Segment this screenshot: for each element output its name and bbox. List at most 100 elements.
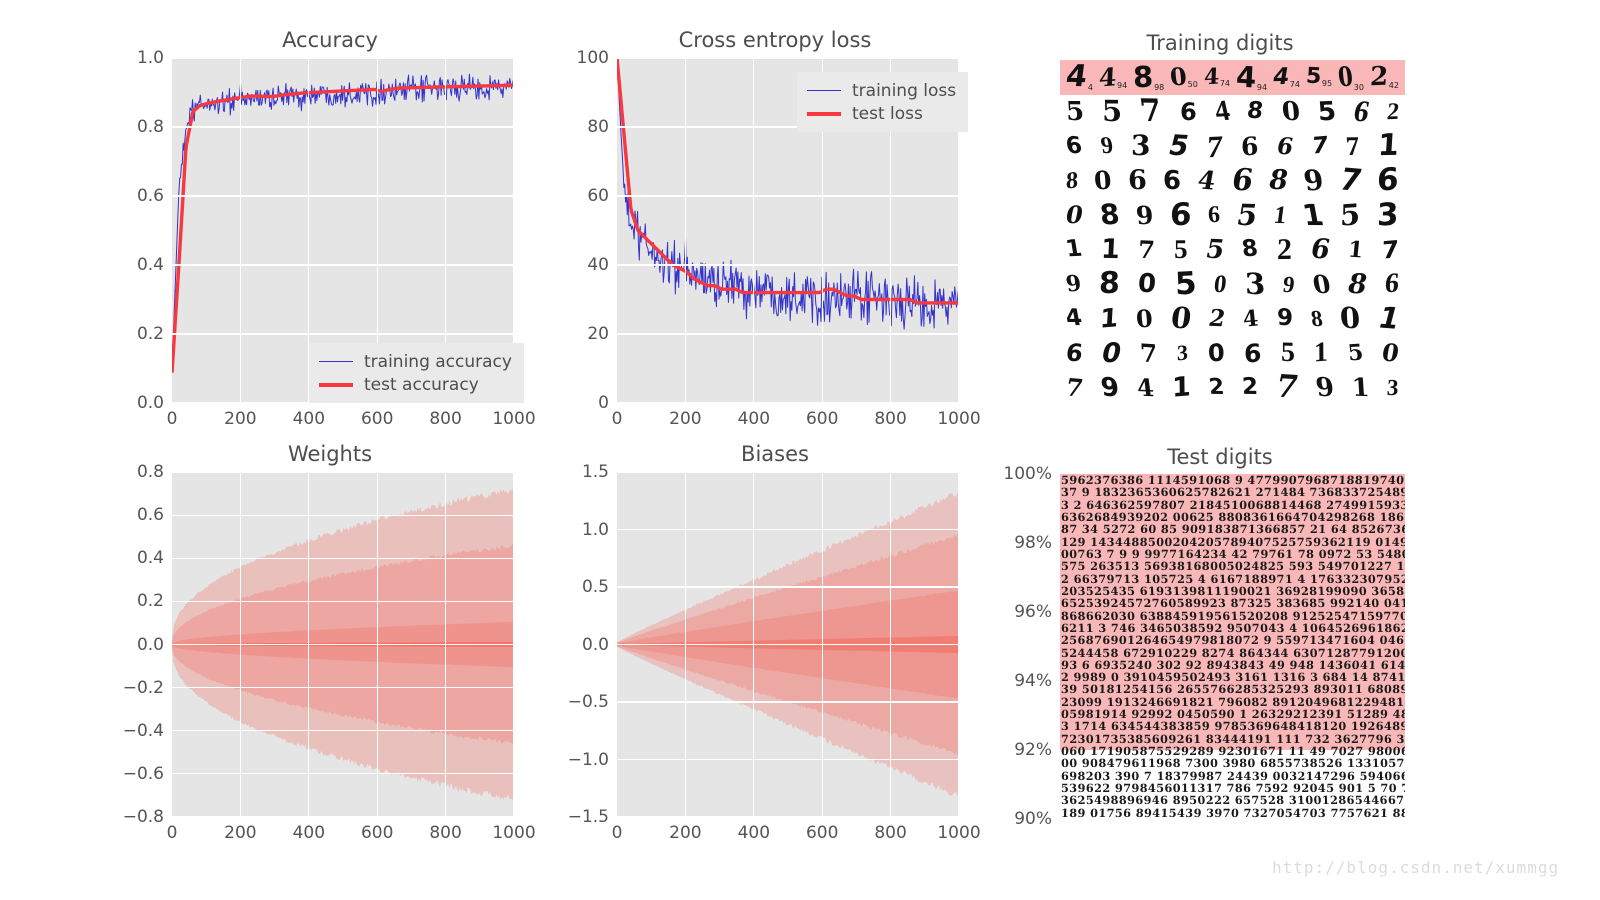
- training-digit-glyph: 1: [1300, 197, 1327, 232]
- x-tick-label: 600: [805, 409, 839, 429]
- training-digit-row: 6073065150: [1060, 336, 1405, 371]
- x-tick-label: 1000: [937, 823, 981, 843]
- training-digit-cell: 8 98: [1132, 60, 1165, 94]
- training-digit-cell: 6: [1243, 338, 1261, 368]
- training-digit-glyph: 5: [1345, 339, 1365, 367]
- training-digit-cell: 4: [1195, 165, 1218, 196]
- training-digit-glyph: 6: [1240, 131, 1260, 162]
- legend-label: test loss: [852, 103, 923, 124]
- training-digit-glyph: 4: [1195, 165, 1218, 196]
- test-digit-row: 3625498896946 8950222 657528 31001286544…: [1060, 794, 1405, 807]
- y-tick-label: 0.6: [136, 505, 164, 526]
- y-tick-label: 1.5: [581, 462, 609, 482]
- training-digit-cell: 6: [1170, 197, 1192, 233]
- training-digit-cell: 7: [1138, 93, 1165, 130]
- training-digit-cell: 4 74: [1203, 64, 1230, 91]
- training-digit-glyph: 6: [1207, 201, 1222, 229]
- gridline-vertical: [958, 472, 959, 817]
- training-digit-row: 6935766771: [1060, 128, 1405, 164]
- training-digit-glyph: 1: [1313, 336, 1329, 369]
- legend-loss: training loss test loss: [797, 72, 969, 132]
- training-digit-row: 4 4 4 94 8 98 0 50 4 74 4 94 4 74 5 95 0 30 2 42: [1060, 60, 1405, 95]
- training-digit-glyph: 6: [1063, 132, 1085, 159]
- plot-area-biases: [617, 472, 959, 817]
- gridline-horizontal: [172, 557, 514, 559]
- gridline-horizontal: [172, 514, 514, 516]
- training-digit-glyph: 7: [1335, 161, 1366, 199]
- training-digit-cell: 0 30: [1335, 60, 1364, 94]
- matplotlib-figure: Accuracy 0.0 0.2 0.4 0.6 0.8 1.0 0 200 400 600 800…: [0, 0, 1600, 900]
- training-digit-subscript: 74: [1289, 79, 1300, 89]
- training-digit-cell: 3: [1131, 129, 1151, 162]
- training-digit-cell: 4 94: [1235, 60, 1267, 94]
- x-tick-label: 600: [805, 823, 839, 843]
- test-digit-row: 05981914 92992 0450590 1 26329212391 512…: [1060, 708, 1405, 721]
- training-digit-row: 5576480562: [1060, 93, 1405, 130]
- legend-swatch: [807, 90, 841, 91]
- training-digit-glyph: 7: [1138, 93, 1165, 130]
- training-digit-glyph: 8: [1097, 197, 1121, 232]
- gridline-vertical: [684, 472, 686, 817]
- x-tick-label: 400: [292, 409, 326, 429]
- y-tick-label: −1.5: [567, 807, 609, 827]
- test-digit-row: 5244458 672910229 8274 864344 6307128779…: [1060, 646, 1405, 659]
- series-test-accuracy: [172, 83, 514, 373]
- training-digit-cell: 4 74: [1271, 64, 1300, 90]
- training-digit-glyph: 0: [1212, 270, 1229, 299]
- training-digit-glyph: 1: [1272, 201, 1289, 229]
- training-digit-glyph: 7: [1139, 338, 1159, 369]
- y-tick-label: −0.6: [122, 763, 164, 784]
- x-tick-label: 200: [669, 823, 702, 843]
- training-digit-glyph: 9: [1313, 372, 1336, 404]
- training-digit-cell: 0: [1137, 269, 1157, 300]
- training-digit-subscript: 30: [1353, 83, 1364, 93]
- training-digit-cell: 0: [1099, 338, 1124, 369]
- training-digit-cell: 9: [1301, 163, 1326, 197]
- y-tick-label: 100%: [1003, 464, 1052, 484]
- training-digit-cell: 0: [1380, 338, 1402, 368]
- training-digit-glyph: 0: [1335, 60, 1355, 94]
- training-digit-glyph: 6: [1229, 162, 1256, 199]
- training-digit-cell: 1: [1375, 301, 1404, 336]
- gridline-vertical: [445, 472, 447, 817]
- panel-weights: Weights −0.8 −0.6 −0.4 −0.2 0.0 0.2 0.4 0.6 0.8 0…: [123, 442, 536, 843]
- training-digit-glyph: 9: [1098, 133, 1115, 160]
- gridline-horizontal: [617, 402, 959, 403]
- training-digit-cell: 6: [1064, 339, 1084, 367]
- training-digit-cell: 2: [1277, 233, 1292, 266]
- training-digit-glyph: 8: [1344, 268, 1371, 301]
- training-digit-cell: 0: [1310, 270, 1333, 299]
- y-tick-label: 0.4: [136, 255, 164, 275]
- training-digit-glyph: 5: [1203, 234, 1227, 266]
- training-digit-cell: 0: [1212, 270, 1229, 299]
- training-digit-glyph: 4: [1097, 62, 1117, 93]
- training-digit-cell: 8: [1241, 236, 1260, 263]
- training-digit-cell: 8: [1309, 306, 1324, 331]
- y-tick-label: 0.0: [136, 393, 164, 413]
- x-tick-label: 200: [224, 823, 257, 843]
- gridline-horizontal: [617, 701, 959, 703]
- training-digit-glyph: 0: [1135, 303, 1155, 334]
- y-tick-label: 98%: [1014, 533, 1052, 553]
- x-tick-label: 600: [360, 823, 394, 843]
- x-tick-label: 0: [166, 823, 178, 843]
- training-digit-subscript: 98: [1154, 82, 1165, 92]
- legend-label: training accuracy: [364, 351, 512, 372]
- training-digit-glyph: 1: [1099, 303, 1120, 335]
- x-tick-label: 800: [874, 823, 907, 843]
- x-tick-label: 1000: [492, 823, 536, 843]
- training-digit-glyph: 2: [1368, 61, 1389, 93]
- gridline-vertical: [239, 472, 241, 817]
- gridline-horizontal: [617, 472, 959, 473]
- training-digit-cell: 7: [1139, 338, 1159, 369]
- training-digit-cell: 7: [1206, 128, 1224, 164]
- legend-swatch: [319, 382, 353, 387]
- panel-title-biases: Biases: [741, 442, 809, 466]
- training-digit-glyph: 4: [1063, 305, 1085, 332]
- y-tick-label: 0.6: [136, 186, 164, 206]
- training-digit-cell: 9: [1313, 372, 1336, 404]
- legend-swatch: [807, 111, 841, 116]
- training-digit-cell: 5: [1317, 96, 1338, 127]
- y-tick-label: 100: [576, 48, 609, 68]
- training-digit-cell: 3: [1177, 340, 1188, 366]
